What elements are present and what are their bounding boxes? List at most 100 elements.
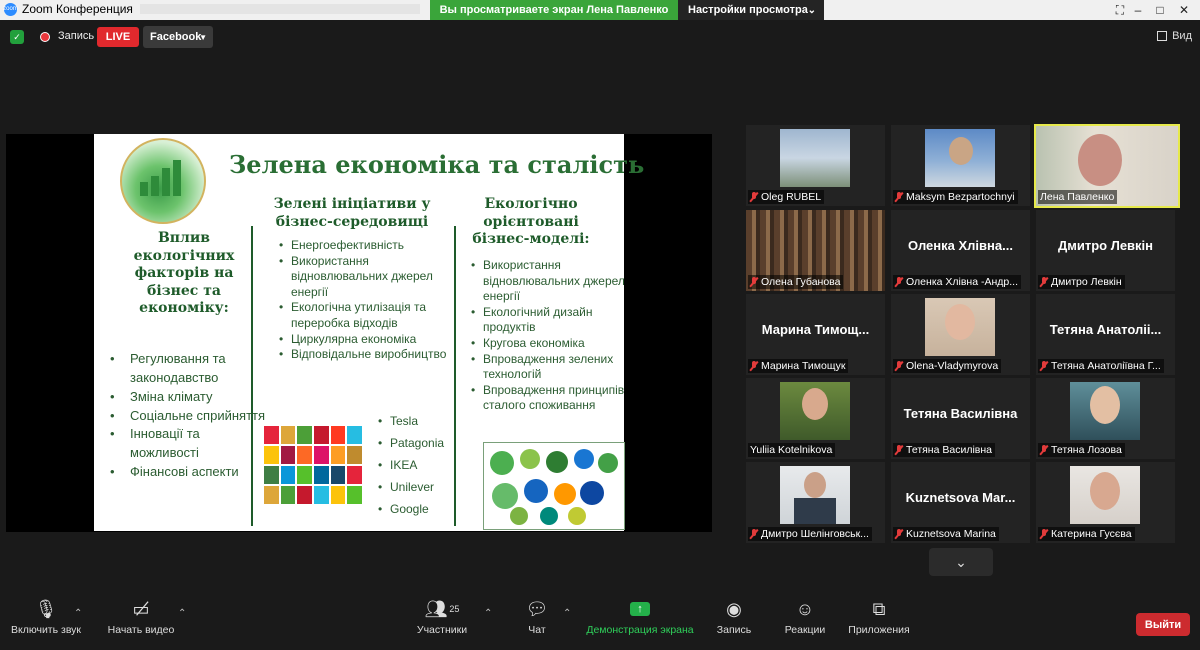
participant-tile[interactable]: Yuliia Kotelnikova <box>746 378 885 459</box>
column2-list: Енергоефективність Використання відновлю… <box>277 238 456 363</box>
brand-item: Patagonia <box>378 432 444 454</box>
reactions-button[interactable]: ☺ Реакции <box>780 594 830 646</box>
column3-list: Використання відновлювальних джерел енер… <box>469 258 628 414</box>
brand-item: Google <box>378 498 444 520</box>
list-item: Впровадження принципів сталого споживанн… <box>471 383 628 414</box>
participant-name: Марина Тимощук <box>761 360 846 372</box>
participant-tile[interactable]: Maksym Bezpartochnyi <box>891 125 1030 206</box>
audio-options-caret-icon[interactable]: ⌃ <box>74 608 82 619</box>
apps-button[interactable]: ⧉ Приложения <box>846 594 912 646</box>
participant-face <box>1090 472 1120 510</box>
participant-label: Марина Тимощук <box>748 359 849 373</box>
list-item: Відповідальне виробництво <box>279 347 456 363</box>
mic-off-icon: 🎙︎ <box>34 598 58 619</box>
participant-tile[interactable]: Kuznetsova Mar... Kuznetsova Marina <box>891 462 1030 543</box>
apps-label: Приложения <box>848 624 910 636</box>
mic-muted-icon <box>1040 529 1048 539</box>
participant-tile-active-speaker[interactable]: Лена Павленко <box>1034 124 1180 208</box>
background-tabs <box>140 4 420 14</box>
participant-label: Тетяна Лозова <box>1038 443 1125 457</box>
participant-tile[interactable]: Дмитро Левкін Дмитро Левкін <box>1036 210 1175 291</box>
participant-label: Olena-Vladymyrova <box>893 359 1002 373</box>
participant-tile[interactable]: Оленка Хлівна... Оленка Хлівна -Андр... <box>891 210 1030 291</box>
close-icon[interactable]: ✕ <box>1172 0 1196 20</box>
participant-tile[interactable]: Oleg RUBEL <box>746 125 885 206</box>
participant-label: Тетяна Василівна <box>893 443 995 457</box>
maximize-icon[interactable]: □ <box>1148 0 1172 20</box>
unmute-label: Включить звук <box>10 624 82 636</box>
window-titlebar: zoom Zoom Конференция Вы просматриваете … <box>0 0 1200 20</box>
participant-label: Дмитро Левкін <box>1038 275 1125 289</box>
unmute-button[interactable]: 🎙︎ Включить звук <box>8 594 84 646</box>
mic-muted-icon <box>895 192 903 202</box>
list-item: Впровадження зелених технологій <box>471 352 628 383</box>
view-options-button[interactable]: Настройки просмотра ⌄ <box>678 0 824 20</box>
meeting-topbar: ✓ Запись LIVE Facebook ▼ Вид <box>0 20 1200 54</box>
participant-label: Тетяна Анатоліївна Г... <box>1038 359 1164 373</box>
participant-tile[interactable]: Тетяна Василівна Тетяна Василівна <box>891 378 1030 459</box>
participant-tile[interactable]: Тетяна Лозова <box>1036 378 1175 459</box>
next-page-button[interactable]: ⌄ <box>929 548 993 576</box>
list-item: Використання відновлювальних джерел енер… <box>279 254 456 301</box>
participant-name: Тетяна Лозова <box>1051 444 1122 456</box>
participant-label: Катерина Гусєва <box>1038 527 1135 541</box>
mic-muted-icon <box>1040 361 1048 371</box>
view-options-label: Настройки просмотра <box>688 4 808 16</box>
participant-big-name: Тетяна Василівна <box>903 406 1018 421</box>
chat-button[interactable]: 💬︎ Чат <box>522 594 552 646</box>
participant-label: Оленка Хлівна -Андр... <box>893 275 1022 289</box>
participant-face <box>949 137 973 165</box>
recording-icon <box>40 32 50 42</box>
participant-face <box>1078 134 1122 186</box>
participant-name: Oleg RUBEL <box>761 191 822 203</box>
participant-face <box>802 388 828 420</box>
video-options-caret-icon[interactable]: ⌃ <box>178 608 186 619</box>
view-button[interactable]: Вид <box>1157 30 1192 42</box>
participant-tile[interactable]: Марина Тимощ... Марина Тимощук <box>746 294 885 375</box>
start-video-label: Начать видео <box>107 624 175 636</box>
list-item: Екологічний дизайн продуктів <box>471 305 628 336</box>
participant-tile[interactable]: Катерина Гусєва <box>1036 462 1175 543</box>
brands-list: Tesla Patagonia IKEA Unilever Google <box>376 410 444 520</box>
column3-heading: Екологічно орієнтовані бізнес-моделі: <box>472 196 590 247</box>
record-button[interactable]: ◉ Запись <box>714 594 754 646</box>
minimize-icon[interactable]: – <box>1126 0 1150 20</box>
share-screen-icon: ↑ <box>630 602 650 616</box>
share-screen-button[interactable]: ↑ Демонстрация экрана <box>584 594 696 646</box>
brand-item: Tesla <box>378 410 444 432</box>
participant-tile[interactable]: Olena-Vladymyrova <box>891 294 1030 375</box>
chat-caret-icon[interactable]: ⌃ <box>563 608 571 619</box>
eco-labels-image <box>483 442 625 530</box>
security-shield-icon[interactable]: ✓ <box>10 30 24 44</box>
participant-tile[interactable]: Дмитро Шелінговськ... <box>746 462 885 543</box>
participant-tile[interactable]: Тетяна Анатоліі... Тетяна Анатоліївна Г.… <box>1036 294 1175 375</box>
participants-caret-icon[interactable]: ⌃ <box>484 608 492 619</box>
participant-name: Дмитро Левкін <box>1051 276 1122 288</box>
mic-muted-icon <box>1040 445 1048 455</box>
participant-name: Лена Павленко <box>1040 191 1115 203</box>
participant-big-name: Марина Тимощ... <box>761 322 870 337</box>
participant-face <box>804 472 826 498</box>
record-label: Запись <box>716 624 752 636</box>
window-title: Zoom Конференция <box>22 2 133 16</box>
mic-muted-icon <box>750 361 758 371</box>
start-video-button[interactable]: ▭̸ Начать видео <box>104 594 178 646</box>
chevron-down-icon: ⌄ <box>807 4 816 16</box>
grid-view-icon <box>1157 31 1168 41</box>
meeting-toolbar: 🎙︎ Включить звук ⌃ ▭̸ Начать видео ⌃ 👥︎ 2… <box>0 594 1200 650</box>
video-off-icon: ▭̸ <box>132 598 150 619</box>
chat-label: Чат <box>528 624 546 636</box>
recording-label: Запись <box>58 30 95 42</box>
record-icon: ◉ <box>726 598 742 619</box>
chat-icon: 💬︎ <box>525 598 549 619</box>
participants-button[interactable]: 👥︎ 25 Участники <box>414 594 470 646</box>
participant-label: Олена Губанова <box>748 275 844 289</box>
live-badge: LIVE <box>97 27 139 47</box>
stream-dropdown[interactable]: Facebook ▼ <box>143 26 213 48</box>
brand-item: IKEA <box>378 454 444 476</box>
participant-tile[interactable]: Олена Губанова <box>746 210 885 291</box>
list-item: Використання відновлювальних джерел енер… <box>471 258 628 305</box>
list-item: Циркулярна економіка <box>279 332 456 348</box>
participants-count: 25 <box>449 604 460 614</box>
leave-button[interactable]: Выйти <box>1136 613 1190 636</box>
